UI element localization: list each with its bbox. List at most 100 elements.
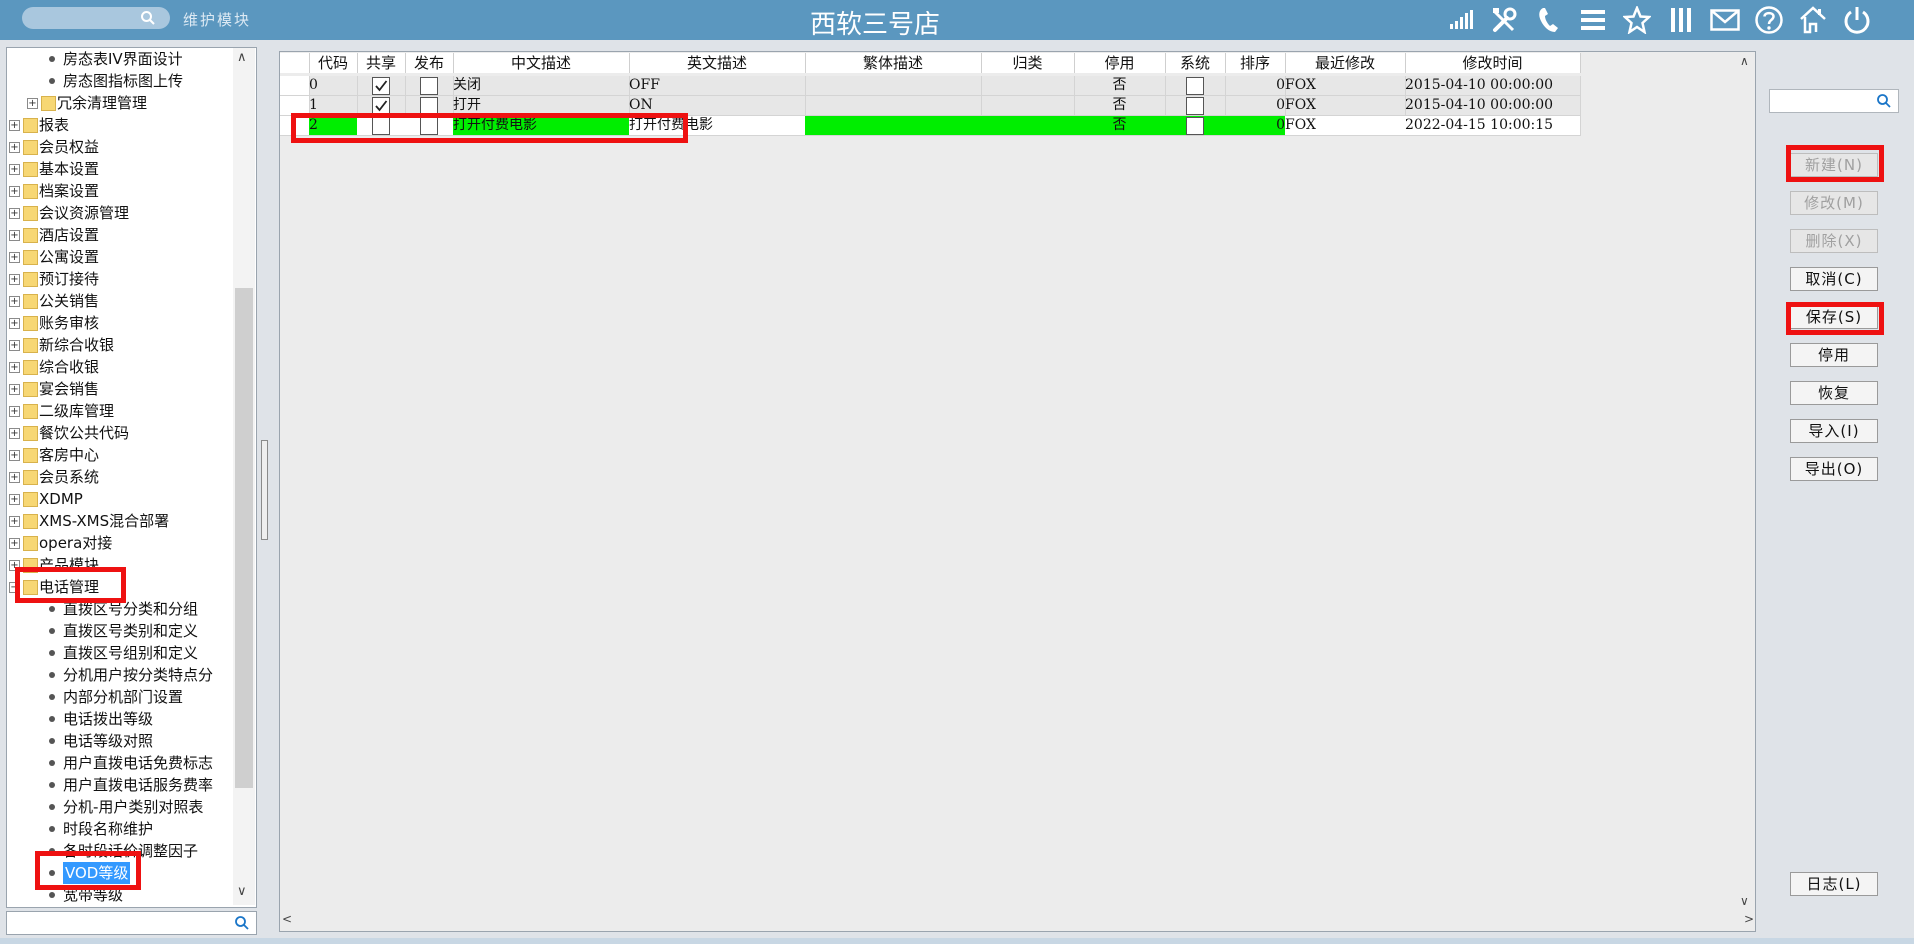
scroll-down-arrow-icon[interactable]: ∨ — [1740, 894, 1749, 908]
grid-horizontal-scrollbar[interactable]: < > — [280, 911, 1754, 929]
column-header[interactable]: 中文描述 — [453, 53, 630, 73]
cell-sort[interactable]: 0 — [1225, 96, 1286, 116]
tree-item[interactable]: 用户直拨电话服务费率 — [7, 774, 233, 796]
row-header[interactable] — [280, 76, 310, 96]
checkbox[interactable] — [420, 97, 438, 115]
tree-item[interactable]: + 公关销售 — [7, 290, 233, 312]
expand-icon[interactable]: + — [9, 538, 20, 549]
cell-cat[interactable] — [981, 76, 1075, 96]
tree-item[interactable]: + 公寓设置 — [7, 246, 233, 268]
cell-shared[interactable] — [357, 76, 406, 96]
signal-icon[interactable] — [1444, 4, 1478, 36]
cell-modifier[interactable]: FOX — [1285, 76, 1406, 96]
mail-icon[interactable] — [1708, 4, 1742, 36]
expand-icon[interactable]: + — [9, 274, 20, 285]
expand-icon[interactable]: + — [9, 472, 20, 483]
cell-system[interactable] — [1165, 96, 1226, 116]
tree-item[interactable]: 各时段话价调整因子 — [7, 840, 233, 862]
tree-item[interactable]: + 报表 — [7, 114, 233, 136]
expand-icon[interactable]: + — [9, 428, 20, 439]
cell-cn[interactable]: 关闭 — [453, 76, 630, 96]
expand-icon[interactable]: + — [9, 296, 20, 307]
tree-item[interactable]: 电话等级对照 — [7, 730, 233, 752]
cell-tw[interactable] — [805, 76, 982, 96]
expand-icon[interactable]: + — [9, 230, 20, 241]
table-row[interactable]: 2 打开付费电影 打开付费电影 否 0 FOX 2022-04-15 10:00:15 — [280, 116, 1581, 136]
column-header[interactable]: 发布 — [405, 53, 454, 73]
tree-item[interactable]: VOD等级 — [7, 862, 233, 884]
column-header[interactable]: 停用 — [1074, 53, 1166, 73]
tree-item[interactable]: + 宴会销售 — [7, 378, 233, 400]
tree-item[interactable]: + 会议资源管理 — [7, 202, 233, 224]
checkbox[interactable] — [420, 117, 438, 135]
grid-vertical-scrollbar[interactable]: ∧ ∨ — [1736, 52, 1754, 911]
expand-icon[interactable]: + — [9, 450, 20, 461]
cell-time[interactable]: 2015-04-10 00:00:00 — [1405, 76, 1581, 96]
cell-published[interactable] — [405, 96, 454, 116]
expand-icon[interactable]: + — [9, 362, 20, 373]
column-header[interactable]: 共享 — [357, 53, 406, 73]
column-header[interactable]: 归类 — [981, 53, 1075, 73]
scroll-up-arrow-icon[interactable]: ∧ — [1740, 54, 1749, 68]
row-header[interactable] — [280, 96, 310, 116]
cell-code[interactable]: 1 — [309, 96, 358, 116]
expand-icon[interactable]: + — [9, 516, 20, 527]
tree-item[interactable]: + XMS-XMS混合部署 — [7, 510, 233, 532]
cell-shared[interactable] — [357, 116, 406, 136]
scroll-up-arrow-icon[interactable]: ∧ — [237, 50, 247, 65]
save-button[interactable]: 保存(S) — [1790, 305, 1878, 329]
expand-icon[interactable]: + — [9, 318, 20, 329]
column-header[interactable]: 代码 — [309, 53, 358, 73]
house-icon[interactable] — [1796, 4, 1830, 36]
tree-item[interactable]: 内部分机部门设置 — [7, 686, 233, 708]
expand-icon[interactable]: + — [9, 406, 20, 417]
tree-item[interactable]: + 客房中心 — [7, 444, 233, 466]
cell-tw[interactable] — [805, 96, 982, 116]
tree-item[interactable]: + 档案设置 — [7, 180, 233, 202]
tree-item[interactable]: + 基本设置 — [7, 158, 233, 180]
cell-disabled[interactable]: 否 — [1074, 76, 1166, 96]
tree-scroll-thumb[interactable] — [235, 288, 253, 788]
cell-time[interactable]: 2015-04-10 00:00:00 — [1405, 96, 1581, 116]
tree-item[interactable]: + 会员系统 — [7, 466, 233, 488]
row-header[interactable] — [280, 116, 310, 136]
modify-button[interactable]: 修改(M) — [1790, 191, 1878, 215]
table-row[interactable]: 0 关闭 OFF 否 0 FOX 2015-04-10 00:00:00 — [280, 76, 1581, 96]
checkbox[interactable] — [1186, 77, 1204, 95]
import-button[interactable]: 导入(I) — [1790, 419, 1878, 443]
tree-item[interactable]: + 预订接待 — [7, 268, 233, 290]
columns-icon[interactable] — [1664, 4, 1698, 36]
tree-item[interactable]: 时段名称维护 — [7, 818, 233, 840]
expand-icon[interactable]: + — [9, 494, 20, 505]
tree-item[interactable]: − 电话管理 — [7, 576, 233, 598]
tree-item[interactable]: + 餐饮公共代码 — [7, 422, 233, 444]
tree-item[interactable]: 宽带等级 — [7, 884, 233, 906]
cell-sort[interactable]: 0 — [1225, 76, 1286, 96]
cell-system[interactable] — [1165, 116, 1226, 136]
collapse-icon[interactable]: − — [9, 582, 20, 593]
tree-item[interactable]: + 冗余清理管理 — [7, 92, 233, 114]
expand-icon[interactable]: + — [9, 142, 20, 153]
tree-item[interactable]: + 产品模块 — [7, 554, 233, 576]
restore-button[interactable]: 恢复 — [1790, 381, 1878, 405]
checkbox[interactable] — [372, 97, 390, 115]
checkbox[interactable] — [420, 77, 438, 95]
cell-time[interactable]: 2022-04-15 10:00:15 — [1405, 116, 1581, 136]
cell-cn[interactable]: 打开 — [453, 96, 630, 116]
tree-scrollbar[interactable]: ∧ ∨ — [233, 48, 255, 905]
tree-item[interactable]: + 新综合收银 — [7, 334, 233, 356]
tree-item[interactable]: 电话拨出等级 — [7, 708, 233, 730]
menu-icon[interactable] — [1576, 4, 1610, 36]
scroll-left-arrow-icon[interactable]: < — [282, 912, 292, 926]
expand-icon[interactable]: + — [9, 560, 20, 571]
scroll-right-arrow-icon[interactable]: > — [1744, 912, 1754, 926]
tools-icon[interactable] — [1488, 4, 1522, 36]
tree-item[interactable]: + 会员权益 — [7, 136, 233, 158]
checkbox[interactable] — [372, 77, 390, 95]
tree-search-input[interactable] — [6, 911, 257, 935]
cell-published[interactable] — [405, 116, 454, 136]
search-icon[interactable] — [1876, 93, 1892, 113]
tree-item[interactable]: + opera对接 — [7, 532, 233, 554]
expand-icon[interactable]: + — [9, 384, 20, 395]
expand-icon[interactable]: + — [9, 208, 20, 219]
